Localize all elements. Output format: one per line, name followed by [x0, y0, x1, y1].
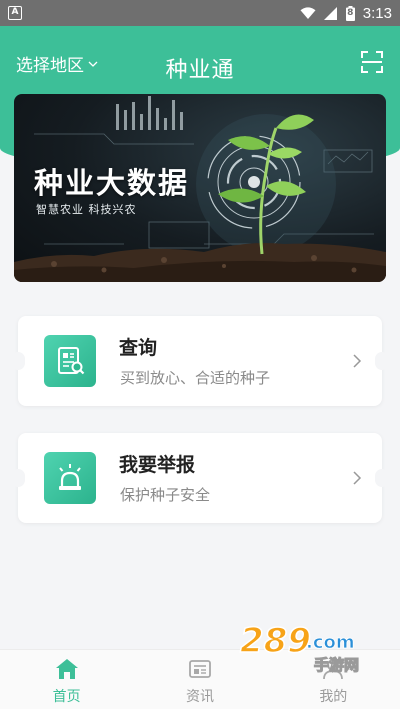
status-bar: A 8 3:13 [0, 0, 400, 26]
report-card-description: 保护种子安全 [120, 486, 211, 504]
top-header: 选择地区 种业通 [0, 26, 400, 96]
query-card[interactable]: 查询 买到放心、合适的种子 [11, 316, 389, 406]
document-search-icon [44, 335, 96, 387]
watermark-domain-suffix: .com [306, 632, 355, 653]
signal-icon [323, 6, 337, 20]
report-card[interactable]: 我要举报 保护种子安全 [11, 433, 389, 523]
hero-banner[interactable]: 种业大数据 智慧农业 科技兴农 [14, 94, 386, 282]
app-notification-icon: A [8, 6, 22, 20]
scan-icon[interactable] [360, 50, 384, 74]
watermark-logo-text: 289 [240, 621, 311, 661]
banner-title: 种业大数据 [34, 166, 190, 200]
battery-level: 8 [347, 7, 354, 18]
battery-icon: 8 [345, 5, 355, 21]
query-card-title: 查询 [119, 337, 158, 359]
tab-profile-label: 我的 [319, 689, 348, 705]
site-watermark-logo: 289 .com 手游网 [236, 610, 386, 680]
query-card-description: 买到放心、合适的种子 [120, 369, 271, 387]
tab-news-label: 资讯 [185, 689, 214, 705]
tab-home-label: 首页 [52, 689, 81, 705]
news-icon [189, 660, 211, 678]
tab-home[interactable]: 首页 [0, 650, 133, 709]
page-title: 种业通 [165, 58, 235, 83]
status-time: 3:13 [362, 4, 392, 22]
wifi-icon [300, 6, 316, 19]
watermark-site-name: 手游网 [314, 656, 359, 674]
report-card-title: 我要举报 [119, 454, 196, 476]
home-icon [55, 659, 78, 679]
banner-subtitle: 智慧农业 科技兴农 [36, 203, 137, 216]
chevron-right-icon [353, 354, 362, 368]
chevron-right-icon [353, 471, 362, 485]
alarm-light-icon [44, 452, 96, 504]
